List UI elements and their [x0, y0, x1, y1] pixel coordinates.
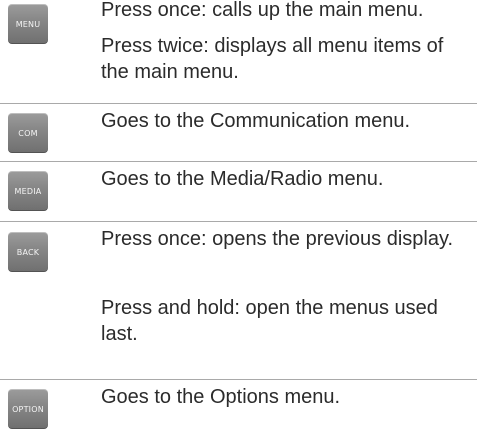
media-button-icon: MEDIA [8, 171, 48, 211]
menu-description-2: Press twice: displays all menu items of … [101, 35, 444, 83]
menu-button-icon: MENU [8, 4, 48, 44]
com-button-icon: COM [8, 113, 48, 153]
row-divider [0, 221, 477, 222]
row-divider [0, 379, 477, 380]
menu-button-label: MENU [15, 19, 41, 29]
row-divider [0, 103, 477, 104]
media-button-label: MEDIA [14, 186, 42, 196]
media-description: Goes to the Media/Radio menu. [101, 168, 384, 190]
com-description: Goes to the Communication menu. [101, 110, 411, 132]
option-button-icon: OPTION [8, 389, 48, 429]
back-button-icon: BACK [8, 232, 48, 272]
button-reference-table: MENU Press once: calls up the main menu.… [0, 0, 477, 434]
option-button-label: OPTION [12, 404, 44, 414]
option-description: Goes to the Options menu. [101, 386, 341, 408]
row-divider [0, 161, 477, 162]
back-description-1: Press once: opens the previous dis­play. [101, 228, 454, 250]
back-description-2: Press and hold: open the menus used last… [101, 297, 438, 345]
com-button-label: COM [18, 128, 38, 138]
menu-description-1: Press once: calls up the main menu. [101, 0, 424, 21]
back-button-label: BACK [16, 247, 40, 257]
